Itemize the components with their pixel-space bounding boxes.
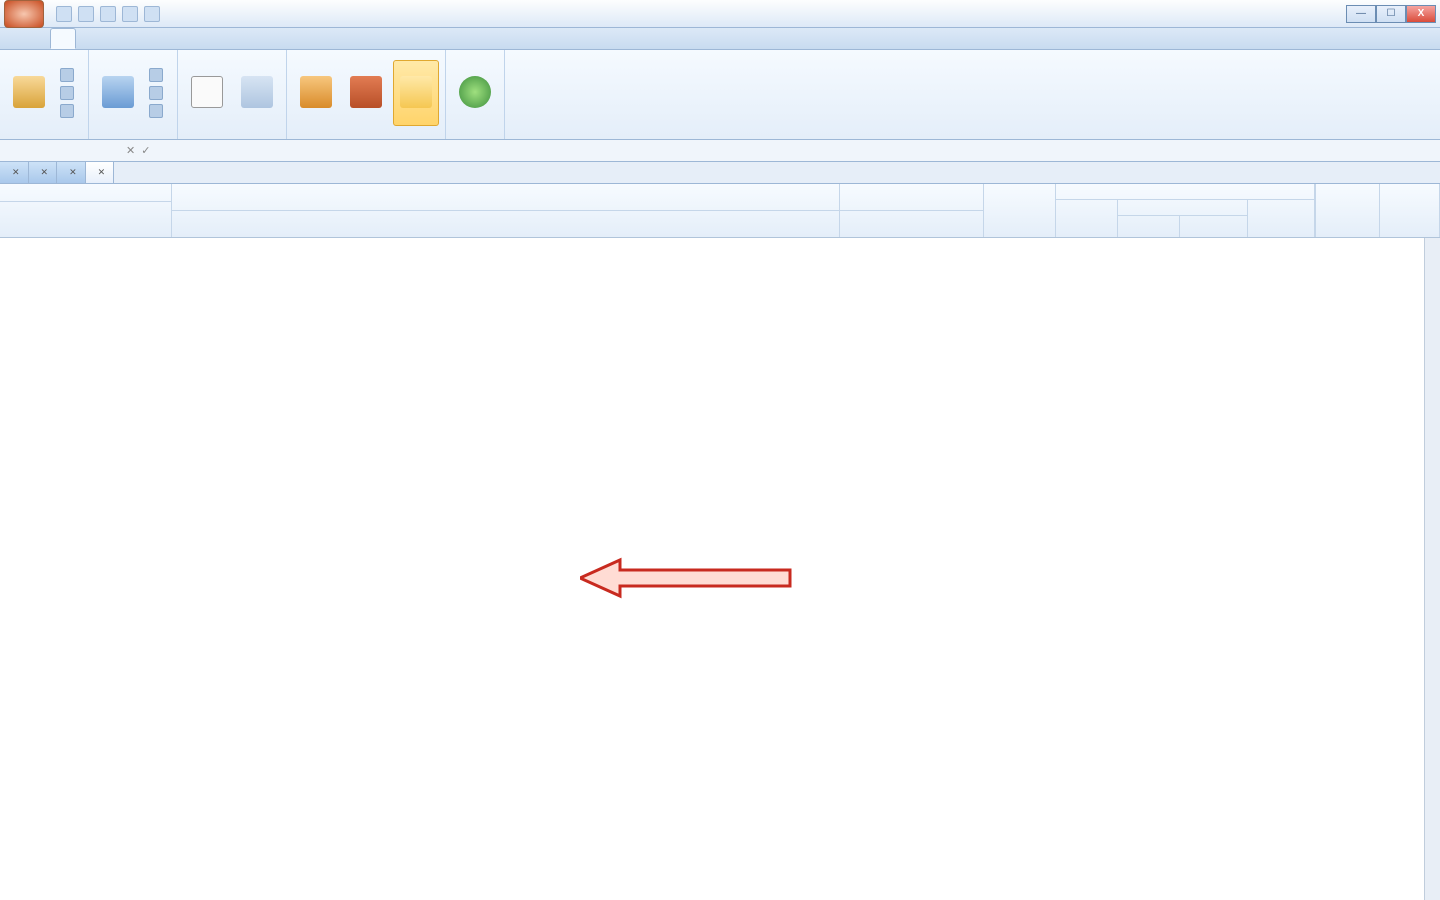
col-labor [1056,200,1118,237]
cancel-icon[interactable]: ✕ [126,144,135,157]
doc-tab[interactable]: ✕ [86,162,115,183]
region-button[interactable] [452,60,498,126]
group-label [293,133,439,137]
paste-button[interactable] [6,60,52,126]
qat-button[interactable] [100,6,116,22]
objects-icon [350,76,382,108]
minimize-button[interactable]: — [1346,5,1376,23]
tab-document[interactable] [102,28,128,49]
cut-icon [60,86,74,100]
ribbon [0,50,1440,140]
tab-help[interactable] [232,28,258,49]
formula-bar: ✕✓ [0,140,1440,162]
group-label [6,133,82,137]
tab-data[interactable] [128,28,154,49]
select-all-button[interactable] [56,103,82,119]
properties-button[interactable] [234,60,280,126]
close-tab-icon[interactable]: ✕ [41,167,49,178]
col-code [0,184,172,237]
select-all-icon [60,104,74,118]
group-label [184,133,280,137]
close-button[interactable]: X [1406,5,1436,23]
group-editing [89,50,178,139]
col-unit [840,184,984,237]
close-tab-icon[interactable]: ✕ [98,167,106,178]
undo-button[interactable] [145,67,171,83]
group-elements [178,50,287,139]
copy-button[interactable] [56,67,82,83]
group-region [446,50,505,139]
redo-button[interactable] [145,85,171,101]
col-mach-cost [1380,184,1440,237]
quick-access-toolbar [48,6,168,22]
maximize-button[interactable]: ☐ [1376,5,1406,23]
paste-icon [13,76,45,108]
search-icon [102,76,134,108]
globe-icon [459,76,491,108]
documents-button[interactable] [393,60,439,126]
doc-tab[interactable]: ✕ [0,162,29,183]
group-modes [287,50,446,139]
document-tabs: ✕ ✕ ✕ ✕ [0,162,1440,184]
col-lab-cost [1316,184,1380,237]
group-label [452,133,498,137]
qat-button[interactable] [144,6,160,22]
accept-icon[interactable]: ✓ [141,144,150,157]
app-menu-button[interactable] [4,0,44,28]
col-incl [1056,184,1315,200]
data-grid[interactable] [0,238,1440,900]
documents-icon [400,76,432,108]
undo-icon [149,68,163,82]
objects-button[interactable] [343,60,389,126]
tab-expertise[interactable] [180,28,206,49]
properties-icon [241,76,273,108]
base-button[interactable] [293,60,339,126]
tab-resources[interactable] [154,28,180,49]
close-tab-icon[interactable]: ✕ [12,167,20,178]
group-clipboard [0,50,89,139]
table-header [0,184,1440,238]
ribbon-tabs [0,28,1440,50]
fx-controls: ✕✓ [120,144,162,157]
delete-icon [149,104,163,118]
qat-button[interactable] [78,6,94,22]
group-label [95,133,171,137]
delete-button[interactable] [145,103,171,119]
close-tab-icon[interactable]: ✕ [69,167,77,178]
create-button[interactable] [184,60,230,126]
redo-icon [149,86,163,100]
title-bar: — ☐ X [0,0,1440,28]
base-icon [300,76,332,108]
qat-button[interactable] [56,6,72,22]
tab-view[interactable] [76,28,102,49]
tab-main[interactable] [50,28,76,49]
copy-icon [60,68,74,82]
create-icon [191,76,223,108]
window-controls: — ☐ X [1346,5,1436,23]
search-button[interactable] [95,60,141,126]
doc-tab[interactable]: ✕ [57,162,86,183]
doc-tab[interactable]: ✕ [29,162,58,183]
qat-button[interactable] [122,6,138,22]
col-name [172,184,840,237]
col-direct [984,184,1056,237]
col-materials [1248,200,1315,237]
vertical-scrollbar[interactable] [1424,238,1440,900]
cut-button[interactable] [56,85,82,101]
tab-execution[interactable] [206,28,232,49]
